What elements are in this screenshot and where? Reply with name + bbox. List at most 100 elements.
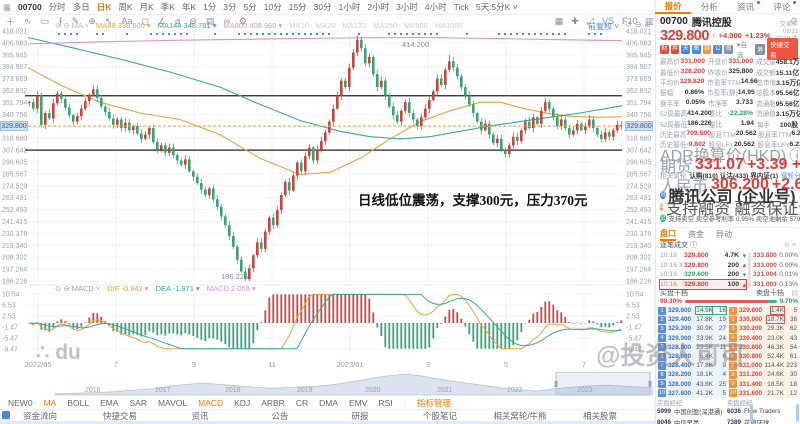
stat-label: 流通值 (756, 111, 776, 119)
bid-orders: 6 (722, 353, 726, 361)
buy-broker[interactable]: 8046 中信里昂 (657, 418, 727, 424)
indicator-NEW0[interactable]: NEW0 (8, 398, 33, 408)
indicator-KDJ[interactable]: KDJ (234, 398, 250, 408)
legend-controls[interactable]: ⊙ ⊖ MACD ˅ (55, 284, 100, 293)
period-tab-5分[interactable]: 5分 (244, 1, 257, 13)
indicator-ARBR[interactable]: ARBR (261, 398, 285, 408)
ask-level: 6 330.800 52.4K 61 (728, 351, 798, 362)
legend-controls[interactable]: ⊙ ⊖ MA ˅ (55, 21, 89, 30)
tick-trade-row: 10:16 X 329.800 200 ▴ (660, 261, 746, 271)
depth-layout-icon[interactable]: ▤ (791, 289, 798, 297)
indicator-SAR[interactable]: SAR (129, 398, 146, 408)
period-tab-2小时[interactable]: 2小时 (367, 1, 389, 13)
feature-badge-4[interactable]: 指 (702, 44, 712, 54)
period-tab-日K[interactable]: 日K (97, 1, 112, 13)
short-sell-icon: 空 (660, 214, 666, 222)
tick-trades-header: 逐笔成交 ⓘ ⊖≡ (660, 240, 798, 250)
period-tab-10分[interactable]: 10分 (264, 1, 282, 13)
feature-badge-2[interactable]: 天 (681, 44, 691, 54)
period-tab-分时[interactable]: 分时 (49, 1, 66, 13)
svg-text:-1.47: -1.47 (2, 325, 18, 332)
period-tab-季K[interactable]: 季K (161, 1, 175, 13)
indicator-MACD[interactable]: MACD (198, 398, 223, 408)
feature-badge-1[interactable]: 异 (670, 44, 680, 54)
scrollbar[interactable] (748, 252, 751, 288)
indicator-CR[interactable]: CR (296, 398, 308, 408)
draw-tool-icon-1[interactable]: ∿ (24, 16, 32, 27)
toolbar-right-icon-0[interactable]: ▦ (555, 16, 564, 27)
chart-navigator[interactable]: 2016 2017 2018 2019 2020 2021 2022 2023 (55, 372, 653, 396)
feature-badge-0[interactable]: 财 (660, 44, 669, 54)
feature-badge-3[interactable]: 图 (692, 44, 701, 54)
legend-item-MA800: MA800 408.960 ▾ (223, 21, 283, 30)
sub-tab-盘口[interactable]: 盘口 (660, 228, 676, 241)
ask-orders: 223 (786, 362, 797, 370)
panel-tab-评论[interactable]: 评论 (764, 0, 800, 13)
panel-tab-资讯[interactable]: 资讯 (728, 0, 764, 13)
ask-price: 331.000 (738, 362, 762, 370)
draw-tool-icon-0[interactable]: ＋ (6, 15, 15, 28)
ask-price: 330.800 (739, 353, 763, 361)
indicator-EMA[interactable]: EMA (100, 398, 118, 408)
bid-orders: 24 (718, 334, 726, 342)
stat-label: 最低价 (660, 69, 680, 77)
indicator-manage-button[interactable]: 指标管理 (417, 397, 451, 409)
sub-tab-异动[interactable]: 异动 (716, 229, 732, 240)
period-tab-3小时[interactable]: 3小时 (396, 1, 418, 13)
feature-badge-6[interactable]: 淘 (724, 44, 733, 54)
period-tab-15分[interactable]: 15分 (289, 1, 307, 13)
indicator-BOLL[interactable]: BOLL (67, 398, 89, 408)
draw-tool-icon-2[interactable]: ▭ (41, 16, 50, 27)
stat-股息率TTM: 股息率TTM6.230% (758, 129, 800, 139)
tick-trades-icons[interactable]: ⊖≡ (784, 241, 798, 249)
toolbar-right-icon-1[interactable]: ✚ (571, 16, 579, 27)
short-sell-text: 支持卖空 卖空参考利率 0.95% 卖空池剩余 579.84万股 (668, 215, 800, 223)
buy-broker[interactable]: 5999 中国创盈(深港通) (657, 407, 727, 416)
period-tab-多日[interactable]: 多日 (73, 1, 90, 13)
period-tab-年K[interactable]: 年K (182, 1, 196, 13)
chart-zoom-icons[interactable]: ↺⊖⊕ (625, 20, 654, 29)
svg-text:285.567: 285.567 (626, 171, 651, 178)
ask-price: 330.000 (739, 316, 763, 324)
svg-text:186.226: 186.226 (2, 278, 27, 285)
indicator-RSI[interactable]: RSI (378, 398, 392, 408)
adjust-mode-dropdown[interactable]: 前复权 ˅ (588, 21, 619, 32)
macd-legend[interactable]: ⊙ ⊖ MACD ˅ DIF -0.942 ▾ DEA -1.971 ▾ MACD 2… (55, 284, 256, 293)
tick-trades-list[interactable]: 10:16 329.800 4.7K ▾ 10:16 X 329.800 200 ▴ 10:16… (659, 251, 747, 291)
scrollbar[interactable] (750, 404, 753, 422)
period-tab-Tick[interactable]: Tick (454, 2, 469, 12)
legend-item-MA88: MA88 338.600 ▾ (96, 21, 151, 30)
indicator-DMA[interactable]: DMA (319, 398, 338, 408)
panel-tab-分析[interactable]: 分析 (691, 1, 727, 13)
order-book[interactable]: 1 329.600 14.9K 16 1 329.800 1.4K 5 2 329.400 17.8… (657, 306, 800, 398)
period-tab-3分[interactable]: 3分 (223, 1, 236, 13)
stat-股息TTM: 股息TTM 20.562 (709, 129, 757, 139)
period-tab-4小时[interactable]: 4小时 (425, 1, 447, 13)
indicator-MAVOL[interactable]: MAVOL (158, 398, 187, 408)
period-tab-5天:5分K ˅[interactable]: 5天:5分K ˅ (476, 1, 518, 13)
indicator-MA[interactable]: MA (44, 398, 57, 408)
stat-label: 开盘价 (708, 59, 728, 67)
period-tab-月K[interactable]: 月K (140, 1, 154, 13)
sub-tab-资金[interactable]: 资金 (688, 229, 704, 240)
buy-depth-title: 买盘十档 (660, 289, 688, 297)
side-quote-list[interactable]: 333.800 0.00% 333.000 0.00% 331.004 0.01% 331.… (753, 251, 798, 289)
indicator-EMV[interactable]: EMV (349, 398, 367, 408)
panel-tab-报价[interactable]: 报价 (655, 0, 692, 14)
tick-direction-icon: ▾ (742, 271, 746, 279)
svg-text:274.529: 274.529 (2, 183, 27, 190)
stats-row: 换手率 0.05% 市净率 3.733 流通股 95.56亿 (660, 98, 800, 108)
window-icon[interactable]: ▦ (3, 2, 11, 13)
svg-text:2019: 2019 (297, 387, 313, 394)
period-tab-1小时[interactable]: 1小时 (339, 1, 361, 13)
period-tab-1分[interactable]: 1分 (203, 1, 216, 13)
scrollbar[interactable] (796, 404, 799, 422)
stat-label: 总股本 (756, 90, 776, 98)
feature-badge-5[interactable]: 公 (713, 44, 723, 54)
low-price-annotation: 186.226 (221, 272, 249, 281)
period-tab-周K[interactable]: 周K (118, 1, 132, 13)
period-tab-30分[interactable]: 30分 (314, 1, 332, 13)
ma-legend[interactable]: ⊙ ⊖ MA ˅ MA88 338.600 ▾ MA144 348.781 ▾ MA8… (55, 21, 463, 30)
sell-broker[interactable]: 6036 Flow Traders (727, 408, 797, 415)
sell-broker[interactable]: 7389 花旗环球 (727, 418, 797, 424)
